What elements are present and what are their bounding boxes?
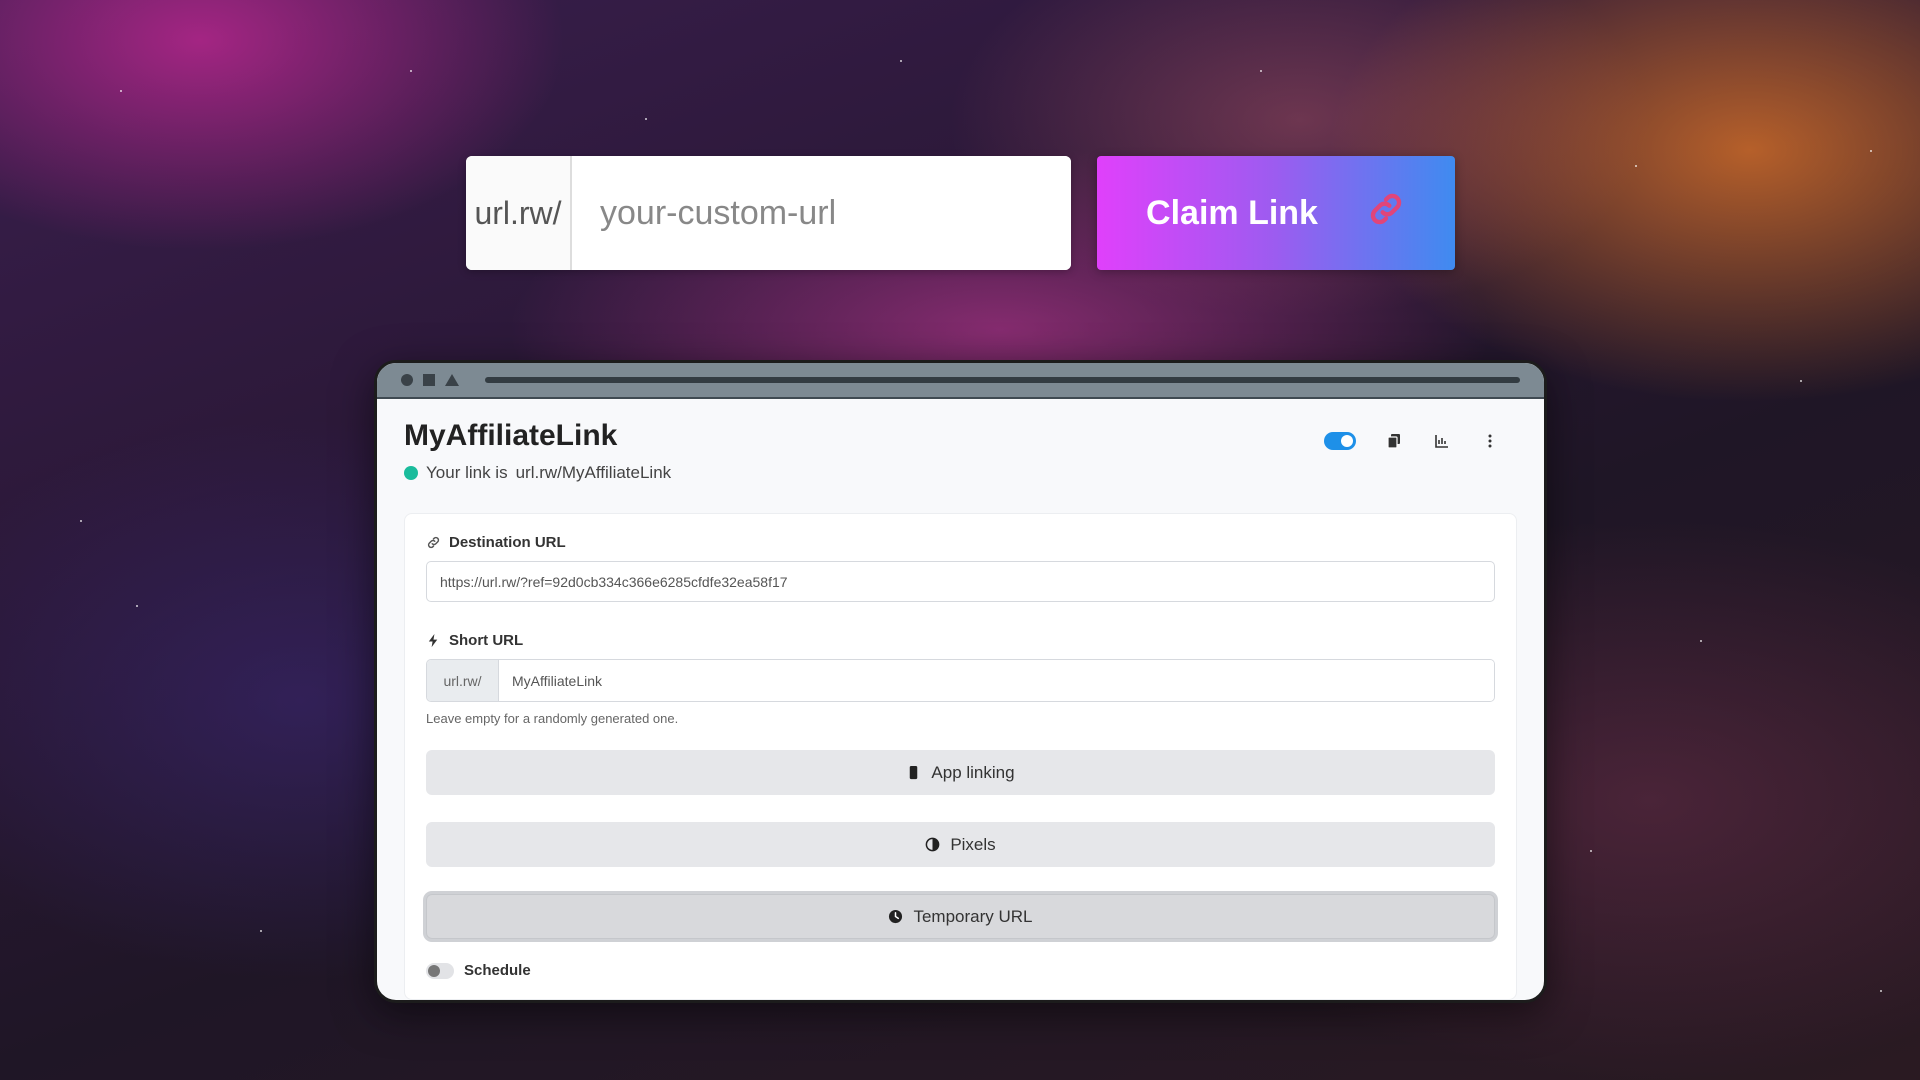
destination-url-label: Destination URL	[426, 534, 1495, 551]
temporary-url-button[interactable]: Temporary URL	[426, 894, 1495, 939]
link-settings-panel: MyAffiliateLink Your link is url.rw/MyAf…	[377, 399, 1544, 1000]
schedule-toggle[interactable]	[426, 962, 454, 979]
copy-icon[interactable]	[1384, 431, 1404, 451]
stats-icon[interactable]	[1432, 431, 1452, 451]
more-icon[interactable]	[1480, 431, 1500, 451]
short-url-group: Short URL url.rw/ Leave empty for a rand…	[426, 632, 1495, 726]
clock-icon	[889, 909, 903, 924]
short-url-help: Leave empty for a randomly generated one…	[426, 711, 679, 726]
schedule-row: Schedule	[426, 962, 1495, 979]
app-linking-button[interactable]: App linking	[426, 750, 1495, 795]
destination-url-group: Destination URL	[426, 534, 1495, 602]
link-form: Destination URL Short URL url.rw/ Leave …	[404, 513, 1517, 1000]
triangle-icon	[445, 374, 459, 386]
schedule-label: Schedule	[464, 962, 531, 979]
destination-url-input[interactable]	[426, 561, 1495, 602]
claim-link-button[interactable]: Claim Link	[1097, 156, 1455, 270]
mobile-icon	[910, 765, 918, 780]
window-titlebar	[377, 363, 1544, 399]
link-icon	[427, 536, 440, 549]
bolt-icon	[428, 633, 438, 648]
circle-icon	[401, 374, 413, 386]
link-enabled-toggle[interactable]	[1324, 432, 1356, 450]
pixels-button[interactable]: Pixels	[426, 822, 1495, 867]
address-bar	[485, 377, 1520, 383]
claim-bar: url.rw/ Claim Link	[466, 156, 1455, 270]
browser-window: MyAffiliateLink Your link is url.rw/MyAf…	[374, 360, 1547, 1003]
link-icon	[1366, 189, 1406, 238]
status-dot-icon	[404, 466, 418, 480]
claim-link-label: Claim Link	[1146, 193, 1318, 232]
half-circle-icon	[925, 837, 940, 852]
short-url-input[interactable]	[499, 660, 1494, 701]
status-prefix: Your link is	[426, 463, 508, 482]
custom-url-input-group: url.rw/	[466, 156, 1071, 270]
square-icon	[423, 374, 435, 386]
short-url-label: Short URL	[426, 632, 1495, 649]
short-url-input-group: url.rw/	[426, 659, 1495, 702]
short-url-prefix: url.rw/	[427, 660, 499, 701]
status-link[interactable]: url.rw/MyAffiliateLink	[516, 463, 672, 483]
header-actions	[1324, 431, 1500, 451]
custom-url-input[interactable]	[572, 156, 1071, 270]
claim-url-prefix: url.rw/	[466, 156, 572, 270]
link-status: Your link is url.rw/MyAffiliateLink	[404, 463, 1517, 483]
